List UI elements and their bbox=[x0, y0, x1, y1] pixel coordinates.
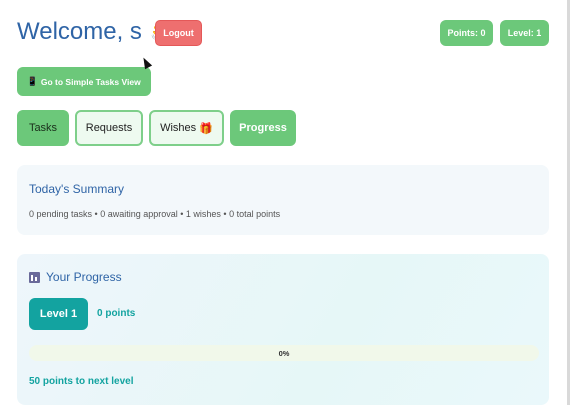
points-badge: Points: 0 bbox=[440, 20, 493, 46]
tab-wishes-label: Wishes bbox=[160, 122, 197, 134]
progress-title-text: Your Progress bbox=[46, 270, 122, 284]
main-tabs: Tasks Requests Wishes 🎁 Progress bbox=[17, 110, 296, 146]
current-level-badge: Level 1 bbox=[29, 298, 88, 330]
tab-wishes[interactable]: Wishes 🎁 bbox=[149, 110, 224, 146]
welcome-text: Welcome, s bbox=[17, 18, 142, 45]
tab-requests[interactable]: Requests bbox=[75, 110, 143, 146]
page-title: Welcome, s 👋 bbox=[17, 18, 175, 46]
tab-tasks[interactable]: Tasks bbox=[17, 110, 69, 146]
summary-card: Today's Summary 0 pending tasks • 0 awai… bbox=[17, 165, 549, 235]
bar-chart-icon bbox=[29, 271, 40, 283]
summary-title: Today's Summary bbox=[29, 182, 124, 196]
logout-button[interactable]: Logout bbox=[155, 20, 202, 46]
tab-progress[interactable]: Progress bbox=[230, 110, 296, 146]
simple-tasks-view-button[interactable]: 📱 Go to Simple Tasks View bbox=[17, 67, 151, 96]
current-points: 0 points bbox=[97, 308, 136, 319]
simple-tasks-view-label: Go to Simple Tasks View bbox=[40, 76, 141, 87]
progress-percent: 0% bbox=[278, 348, 290, 358]
tab-tasks-label: Tasks bbox=[28, 122, 58, 134]
level-badge: Level: 1 bbox=[500, 20, 549, 46]
summary-text: 0 pending tasks • 0 awaiting approval • … bbox=[29, 209, 281, 219]
progress-card: Your Progress Level 1 0 points 0% 50 poi… bbox=[17, 254, 549, 405]
tab-requests-label: Requests bbox=[85, 122, 133, 134]
gift-icon: 🎁 bbox=[199, 122, 213, 135]
phone-icon: 📱 bbox=[27, 76, 38, 86]
next-level-text: 50 points to next level bbox=[29, 376, 134, 387]
progress-bar: 0% bbox=[29, 345, 539, 361]
tab-progress-label: Progress bbox=[239, 122, 287, 134]
progress-title: Your Progress bbox=[29, 270, 122, 284]
